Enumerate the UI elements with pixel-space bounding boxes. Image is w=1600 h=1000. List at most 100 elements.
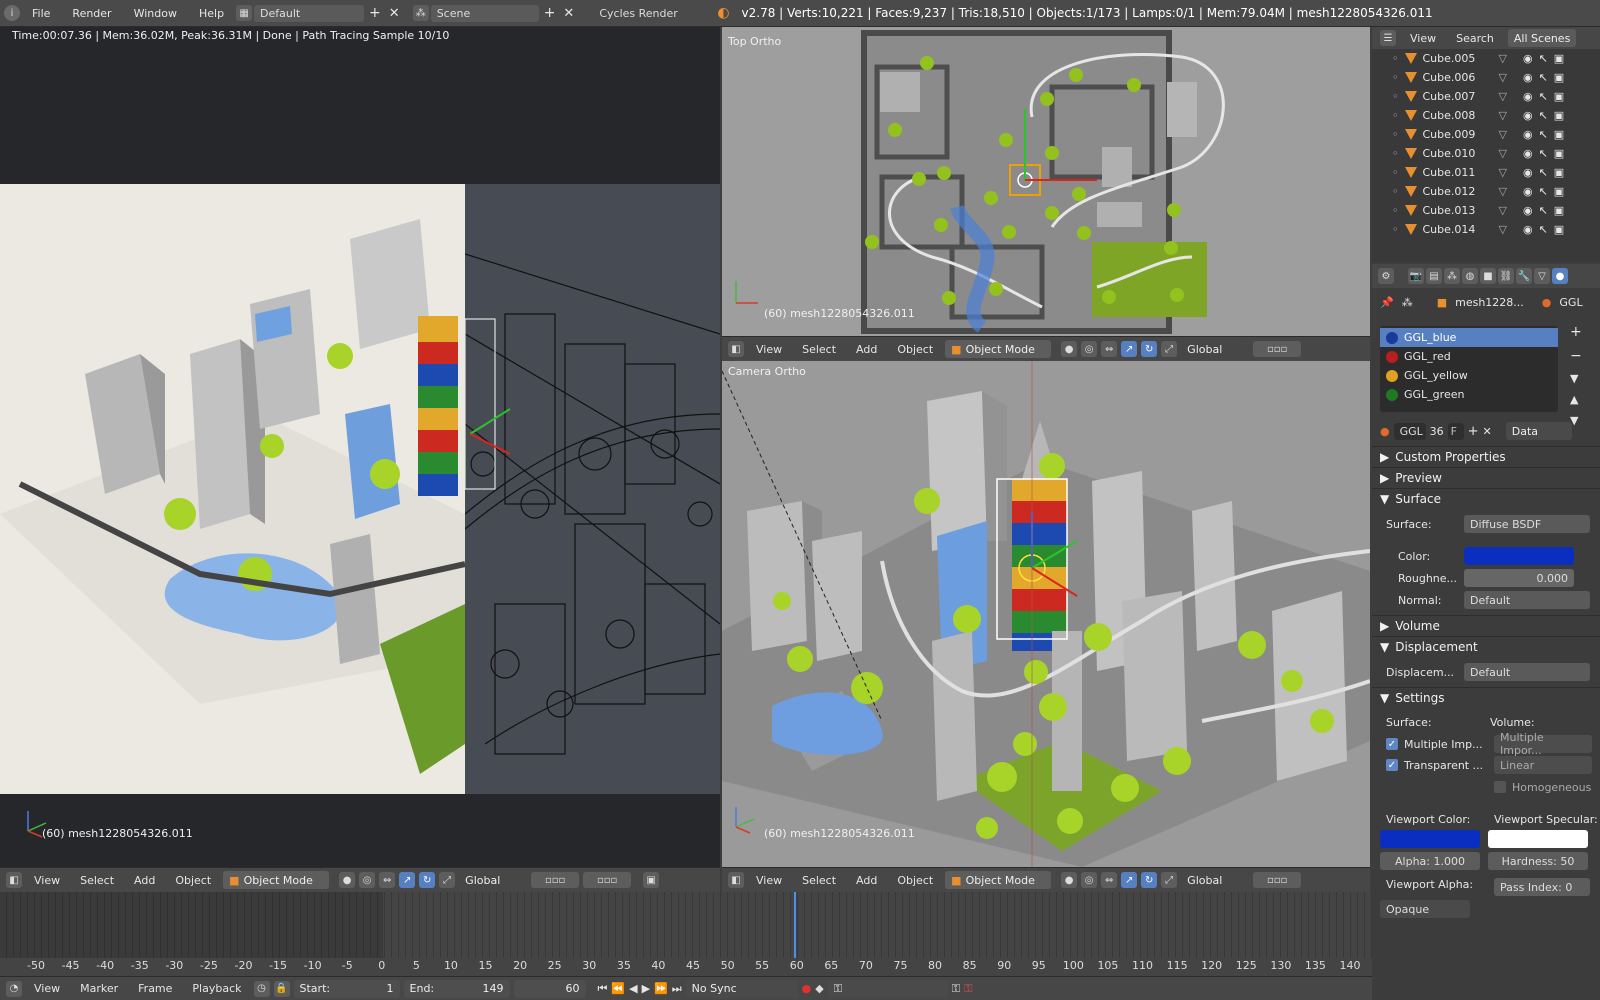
mode-select[interactable]: ■ Object Mode [223,871,330,889]
selectable-arrow-icon[interactable]: ↖ [1539,52,1548,65]
interpolation-select[interactable]: Linear [1494,756,1592,774]
outliner-item-name[interactable]: Cube.006 [1423,71,1485,84]
scale-icon[interactable]: ⤢ [439,872,456,888]
homogeneous-checkbox[interactable] [1494,781,1506,793]
renderable-camera-icon[interactable]: ▣ [1554,52,1564,65]
current-frame-field[interactable]: 60 [513,979,586,998]
remove-layout-icon[interactable]: ✕ [386,6,403,21]
visibility-eye-icon[interactable]: ◉ [1523,185,1533,198]
layers-icon[interactable]: ▫▫▫ [531,872,580,888]
outliner-display-select[interactable]: All Scenes [1507,29,1577,47]
render-viewport[interactable]: Time:00:07.36 | Mem:36.02M, Peak:36.31M … [0,27,720,867]
move-down-icon[interactable]: ▼ [1570,414,1582,427]
normal-select[interactable]: Default [1464,591,1590,609]
object-tab-icon[interactable]: ■ [1480,268,1496,284]
orientation-select[interactable]: Global [1181,871,1244,889]
outliner-item[interactable]: ◦ Cube.007 ▽ ◉ ↖ ▣ [1372,87,1600,106]
menu-help[interactable]: Help [189,7,234,20]
surface-shader-select[interactable]: Diffuse BSDF [1464,515,1590,533]
outliner-item-name[interactable]: Cube.011 [1423,166,1485,179]
menu-view[interactable]: View [748,343,790,356]
menu-add[interactable]: Add [848,343,885,356]
material-slot[interactable]: GGL_blue [1380,328,1558,347]
visibility-eye-icon[interactable]: ◉ [1523,109,1533,122]
pivot-icon[interactable]: ◎ [1081,341,1098,357]
outliner-item-name[interactable]: Cube.005 [1423,52,1485,65]
keyframe-icon[interactable]: ◆ [815,982,823,995]
orientation-select[interactable]: Global [459,871,522,889]
restrict-dot-icon[interactable]: ◦ [1392,128,1399,141]
mode-select[interactable]: ■ Object Mode [945,340,1052,358]
rotate-icon[interactable]: ↻ [419,872,436,888]
menu-add[interactable]: Add [848,874,885,887]
add-scene-icon[interactable]: + [541,5,559,21]
orientation-select[interactable]: Global [1181,340,1244,358]
material-name-field[interactable]: GGL [1393,422,1426,440]
renderable-camera-icon[interactable]: ▣ [1554,128,1564,141]
jump-end-icon[interactable]: ⏭ [672,982,682,996]
outliner-type-icon[interactable]: ☰ [1380,30,1396,46]
modifiers-tab-icon[interactable]: 🔧 [1516,268,1532,284]
material-slot[interactable]: GGL_green [1380,385,1558,404]
screen-layout-select[interactable]: Default [254,4,365,22]
menu-select[interactable]: Select [72,874,122,887]
timeline-menu-view[interactable]: View [26,982,68,995]
restrict-dot-icon[interactable]: ◦ [1392,71,1399,84]
outliner-item-name[interactable]: Cube.013 [1423,204,1485,217]
menu-object[interactable]: Object [167,874,219,887]
outliner-item[interactable]: ◦ Cube.014 ▽ ◉ ↖ ▣ [1372,220,1600,239]
visibility-eye-icon[interactable]: ◉ [1523,166,1533,179]
restrict-dot-icon[interactable]: ◦ [1392,204,1399,217]
manipulator-icon[interactable]: ⇔ [379,872,396,888]
renderable-camera-icon[interactable]: ▣ [1554,71,1564,84]
scene-tab-icon[interactable]: ⁂ [1444,268,1460,284]
selectable-arrow-icon[interactable]: ↖ [1539,185,1548,198]
menu-object[interactable]: Object [889,343,941,356]
panel-custom-properties[interactable]: ▶ Custom Properties [1372,446,1600,467]
outliner-item-name[interactable]: Cube.012 [1423,185,1485,198]
renderable-camera-icon[interactable]: ▣ [1554,109,1564,122]
visibility-eye-icon[interactable]: ◉ [1523,90,1533,103]
timeline-menu-playback[interactable]: Playback [184,982,249,995]
restrict-dot-icon[interactable]: ◦ [1392,166,1399,179]
renderable-camera-icon[interactable]: ▣ [1554,204,1564,217]
record-icon[interactable]: ● [802,982,812,995]
pass-index-field[interactable]: Pass Index: 0 [1494,878,1590,896]
renderable-camera-icon[interactable]: ▣ [1554,166,1564,179]
add-layout-icon[interactable]: + [366,5,384,21]
menu-window[interactable]: Window [124,7,187,20]
outliner-item[interactable]: ◦ Cube.009 ▽ ◉ ↖ ▣ [1372,125,1600,144]
viewport-specular-swatch[interactable] [1488,830,1588,848]
material-users-count[interactable]: 36 [1430,425,1444,438]
new-material-icon[interactable]: + [1468,424,1479,439]
jump-start-icon[interactable]: ⏮ [598,982,608,996]
keying-set-select[interactable]: ⚿ [827,979,948,998]
visibility-eye-icon[interactable]: ◉ [1523,223,1533,236]
material-slot[interactable]: GGL_yellow [1380,366,1558,385]
translate-icon[interactable]: ↗ [399,872,416,888]
menu-render[interactable]: Render [62,7,121,20]
outliner-item[interactable]: ◦ Cube.005 ▽ ◉ ↖ ▣ [1372,49,1600,68]
selectable-arrow-icon[interactable]: ↖ [1539,71,1548,84]
outliner-item[interactable]: ◦ Cube.011 ▽ ◉ ↖ ▣ [1372,163,1600,182]
unlink-material-icon[interactable]: ✕ [1483,425,1492,438]
pin-icon[interactable]: 📌 [1380,296,1394,309]
menu-select[interactable]: Select [794,874,844,887]
translate-icon[interactable]: ↗ [1121,341,1138,357]
roughness-field[interactable]: 0.000 [1464,569,1574,587]
move-up-icon[interactable]: ▲ [1570,393,1582,406]
viewport-alpha-select[interactable]: Opaque [1380,900,1470,918]
pivot-icon[interactable]: ◎ [1081,872,1098,888]
restrict-dot-icon[interactable]: ◦ [1392,109,1399,122]
outliner-item[interactable]: ◦ Cube.012 ▽ ◉ ↖ ▣ [1372,182,1600,201]
renderable-camera-icon[interactable]: ▣ [1554,147,1564,160]
timeline-area[interactable]: -50 -45 -40 -35 -30 -25 -20 -15 -10 -5 0 5 10 15 20 25 3… [0,892,1372,976]
panel-settings[interactable]: ▼ Settings [1372,687,1600,708]
editor-type-icon[interactable]: ◧ [728,341,744,357]
panel-displacement[interactable]: ▼ Displacement [1372,636,1600,657]
mode-select[interactable]: ■ Object Mode [945,871,1052,889]
mis-checkbox[interactable]: ✓ [1386,738,1398,750]
layers-icon[interactable]: ▫▫▫ [1253,872,1302,888]
info-editor-icon[interactable]: i [4,5,20,21]
link-select[interactable]: Data [1505,422,1572,440]
